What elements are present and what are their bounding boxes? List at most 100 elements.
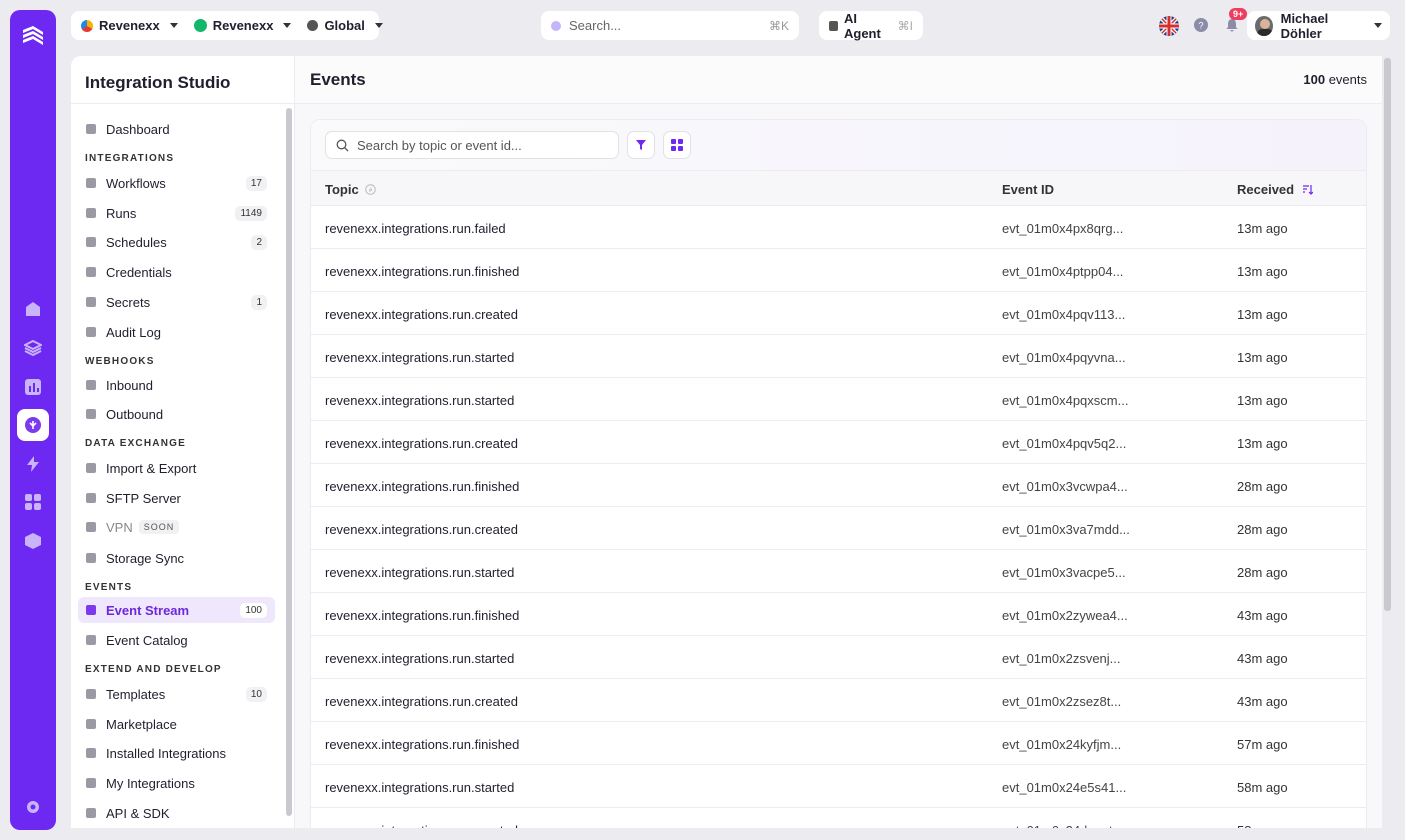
sidebar-item-event-stream[interactable]: Event Stream 100 [78,597,275,623]
sidebar-scrollbar[interactable] [286,108,292,816]
global-search[interactable]: Search... ⌘K [541,11,799,40]
globe-icon [307,20,319,31]
ai-agent-button[interactable]: AI Agent ⌘I [819,11,923,41]
sidebar-item-label: Templates [106,686,166,702]
event-stream-icon [86,605,96,615]
main-panel: Events 100 events Search by topic or eve… [295,56,1382,828]
sidebar-item-label: Credentials [106,264,172,280]
svg-text:?: ? [1198,21,1203,31]
count-badge: 10 [245,686,267,702]
sidebar-item-marketplace[interactable]: Marketplace [78,711,275,737]
ai-agent-shortcut: ⌘I [897,18,913,33]
table-row[interactable]: revenexx.integrations.run.started evt_01m… [311,550,1366,593]
event-received: 58m ago [1237,780,1288,795]
package-icon[interactable] [20,528,46,554]
sidebar-item-runs[interactable]: Runs 1149 [78,200,275,226]
bell-icon[interactable] [1225,18,1239,32]
column-event-id[interactable]: Event ID [1002,182,1054,197]
table-row[interactable]: revenexx.integrations.run.started evt_01m… [311,335,1366,378]
chevron-down-icon [374,23,383,28]
sidebar-item-secrets[interactable]: Secrets 1 [78,289,275,315]
sidebar-item-schedules[interactable]: Schedules 2 [78,229,275,255]
help-icon[interactable]: ? [1194,18,1208,32]
user-name: Michael Döhler [1280,10,1329,41]
table-row[interactable]: revenexx.integrations.run.created evt_01m… [311,507,1366,550]
integration-studio-icon[interactable] [17,409,49,441]
count-badge: 100 [240,602,267,618]
event-topic: revenexx.integrations.run.created [325,436,518,451]
main-scrollbar[interactable] [1384,58,1391,611]
table-row[interactable]: revenexx.integrations.run.finished evt_01… [311,464,1366,507]
column-topic[interactable]: Topic # [325,182,377,197]
apps-grid-icon[interactable] [20,489,46,515]
tenant-selector[interactable]: Revenexx [193,18,292,33]
event-received: 28m ago [1237,479,1288,494]
events-count-value: 100 [1303,72,1326,87]
home-icon[interactable] [20,296,46,322]
column-received[interactable]: Received [1237,182,1314,197]
inbound-icon [86,380,96,390]
filter-button[interactable] [627,131,655,159]
dashboard-icon [86,124,96,134]
layers-icon[interactable] [20,335,46,361]
table-row[interactable]: revenexx.integrations.run.started evt_01m… [311,378,1366,421]
sidebar-item-storage-sync[interactable]: Storage Sync [78,545,275,571]
uk-flag-icon[interactable] [1159,16,1179,36]
sidebar-item-outbound[interactable]: Outbound [78,401,275,427]
app-logo-icon[interactable] [19,22,47,50]
sidebar-item-label: VPN [106,519,133,535]
sidebar-item-vpn: VPN SOON [78,514,275,540]
sidebar-item-credentials[interactable]: Credentials [78,259,275,285]
event-search-input[interactable]: Search by topic or event id... [325,131,619,159]
lightning-icon[interactable] [20,451,46,477]
table-row[interactable]: revenexx.integrations.run.finished evt_01… [311,593,1366,636]
table-toolbar: Search by topic or event id... [311,120,1366,170]
info-icon: # [365,184,377,195]
analytics-icon[interactable] [20,374,46,400]
sidebar-item-label: SFTP Server [106,490,181,506]
event-received: 13m ago [1237,264,1288,279]
sidebar-item-api-sdk[interactable]: API & SDK [78,800,275,826]
sort-desc-icon [1302,185,1314,195]
table-row[interactable]: revenexx.integrations.run.created evt_01m… [311,292,1366,335]
section-integrations: INTEGRATIONS [85,153,175,164]
sidebar-item-workflows[interactable]: Workflows 17 [78,170,275,196]
table-row[interactable]: revenexx.integrations.run.created evt_01m… [311,679,1366,722]
user-menu[interactable]: Michael Döhler [1247,10,1390,41]
sidebar-item-my-integrations[interactable]: My Integrations [78,770,275,796]
table-row[interactable]: revenexx.integrations.run.created evt_01m… [311,421,1366,464]
shield-icon [86,267,96,277]
event-topic: revenexx.integrations.run.created [325,522,518,537]
sidebar-item-installed-integrations[interactable]: Installed Integrations [78,740,275,766]
sidebar-item-audit-log[interactable]: Audit Log [78,319,275,345]
event-id: evt_01m0x24kyfjm... [1002,737,1122,752]
table-row[interactable]: revenexx.integrations.run.finished evt_01… [311,249,1366,292]
sidebar-item-dashboard[interactable]: Dashboard [78,116,275,142]
table-row[interactable]: revenexx.integrations.run.failed evt_01m0… [311,206,1366,249]
count-badge: 17 [245,175,267,191]
sidebar-item-label: Schedules [106,234,167,250]
page-header: Events 100 events [295,56,1382,104]
sidebar-item-event-catalog[interactable]: Event Catalog [78,627,275,653]
org-selector[interactable]: Revenexx [81,18,178,33]
org-name: Revenexx [99,18,160,33]
event-id: evt_01m0x24e5s41... [1002,780,1127,795]
event-received: 57m ago [1237,737,1288,752]
sidebar-item-templates[interactable]: Templates 10 [78,681,275,707]
sidebar-item-inbound[interactable]: Inbound [78,372,275,398]
table-row[interactable]: revenexx.integrations.run.started evt_01m… [311,636,1366,679]
events-count: 100 events [1303,72,1367,87]
sidebar-item-label: Storage Sync [106,550,185,566]
table-row[interactable]: revenexx.integrations.run.finished evt_01… [311,722,1366,765]
settings-gear-icon[interactable] [20,794,46,820]
table-row[interactable]: revenexx.integrations.run.started evt_01m… [311,765,1366,808]
table-row[interactable]: revenexx.integrations.run.created evt_01m… [311,808,1366,828]
sidebar-item-label: Event Catalog [106,632,188,648]
region-selector[interactable]: Global [307,18,383,33]
event-id: evt_01m0x2zsvenj... [1002,651,1121,666]
my-integrations-icon [86,778,96,788]
sidebar-item-import-export[interactable]: Import & Export [78,455,275,481]
view-options-button[interactable] [663,131,691,159]
templates-icon [86,689,96,699]
sidebar-item-sftp-server[interactable]: SFTP Server [78,485,275,511]
